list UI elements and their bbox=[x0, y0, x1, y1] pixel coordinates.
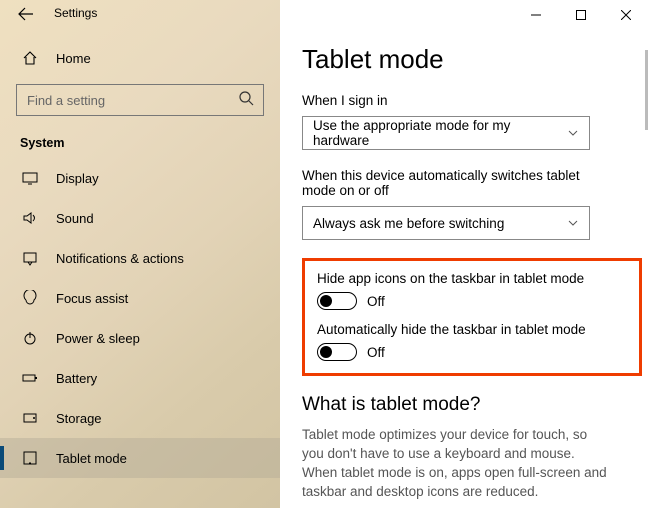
sidebar: Settings Home System Display Sound Notif… bbox=[0, 0, 280, 508]
sidebar-item-sound[interactable]: Sound bbox=[0, 198, 280, 238]
focus-assist-icon bbox=[20, 290, 40, 306]
nav-label: Sound bbox=[56, 211, 94, 226]
search-wrap bbox=[16, 84, 264, 116]
section-title: System bbox=[0, 126, 280, 158]
toggle1-label: Hide app icons on the taskbar in tablet … bbox=[317, 271, 627, 286]
home-icon bbox=[20, 50, 40, 66]
content-pane: Tablet mode When I sign in Use the appro… bbox=[280, 0, 648, 508]
switch-label: When this device automatically switches … bbox=[302, 168, 612, 198]
search-icon bbox=[238, 90, 254, 106]
toggle2-label: Automatically hide the taskbar in tablet… bbox=[317, 322, 627, 337]
sidebar-item-storage[interactable]: Storage bbox=[0, 398, 280, 438]
nav-label: Battery bbox=[56, 371, 97, 386]
nav-label: Power & sleep bbox=[56, 331, 140, 346]
sidebar-item-focus-assist[interactable]: Focus assist bbox=[0, 278, 280, 318]
highlight-box: Hide app icons on the taskbar in tablet … bbox=[302, 258, 642, 376]
sidebar-item-notifications[interactable]: Notifications & actions bbox=[0, 238, 280, 278]
sidebar-item-tablet-mode[interactable]: Tablet mode bbox=[0, 438, 280, 478]
toggle1-state: Off bbox=[367, 294, 385, 309]
notifications-icon bbox=[20, 250, 40, 266]
battery-icon bbox=[20, 370, 40, 386]
hide-app-icons-toggle[interactable] bbox=[317, 292, 357, 310]
hide-taskbar-toggle[interactable] bbox=[317, 343, 357, 361]
subheading: What is tablet mode? bbox=[302, 394, 626, 416]
search-input[interactable] bbox=[16, 84, 264, 116]
display-icon bbox=[20, 170, 40, 186]
nav-label: Notifications & actions bbox=[56, 251, 184, 266]
chevron-down-icon bbox=[567, 127, 579, 139]
home-label: Home bbox=[56, 51, 91, 66]
signin-dropdown[interactable]: Use the appropriate mode for my hardware bbox=[302, 116, 590, 150]
power-icon bbox=[20, 330, 40, 346]
sidebar-item-home[interactable]: Home bbox=[0, 38, 280, 78]
nav-label: Storage bbox=[56, 411, 102, 426]
app-title: Settings bbox=[54, 6, 97, 20]
description: Tablet mode optimizes your device for to… bbox=[302, 426, 612, 502]
back-button[interactable] bbox=[18, 6, 34, 22]
storage-icon bbox=[20, 410, 40, 426]
toggle2-state: Off bbox=[367, 345, 385, 360]
nav-label: Display bbox=[56, 171, 99, 186]
nav-label: Focus assist bbox=[56, 291, 128, 306]
signin-value: Use the appropriate mode for my hardware bbox=[313, 118, 559, 148]
tablet-icon bbox=[20, 450, 40, 466]
sidebar-item-power-sleep[interactable]: Power & sleep bbox=[0, 318, 280, 358]
page-title: Tablet mode bbox=[302, 44, 626, 75]
signin-label: When I sign in bbox=[302, 93, 626, 108]
sidebar-item-battery[interactable]: Battery bbox=[0, 358, 280, 398]
arrow-left-icon bbox=[18, 6, 34, 22]
sound-icon bbox=[20, 210, 40, 226]
sidebar-item-display[interactable]: Display bbox=[0, 158, 280, 198]
switch-value: Always ask me before switching bbox=[313, 216, 504, 231]
nav-label: Tablet mode bbox=[56, 451, 127, 466]
chevron-down-icon bbox=[567, 217, 579, 229]
switch-dropdown[interactable]: Always ask me before switching bbox=[302, 206, 590, 240]
